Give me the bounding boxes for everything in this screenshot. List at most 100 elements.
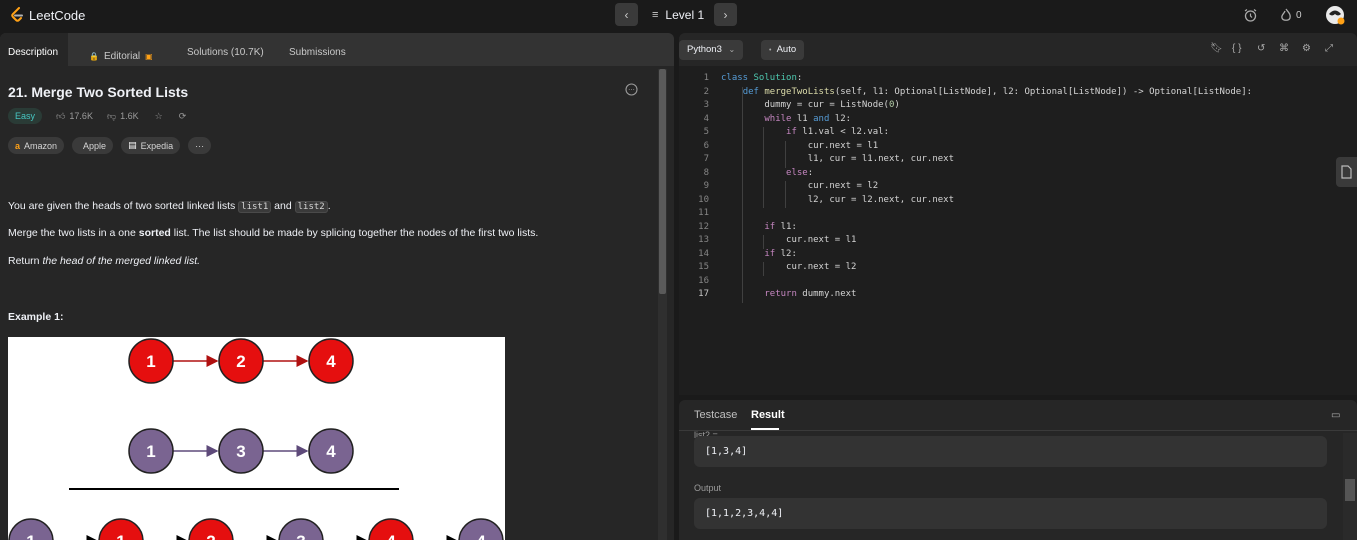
tab-solutions[interactable]: Solutions (10.7K): [187, 33, 264, 66]
code-line[interactable]: 3 dummy = cur = ListNode(0): [679, 100, 1329, 114]
file-icon: [1341, 165, 1352, 179]
format-code-icon[interactable]: { }: [1232, 43, 1241, 54]
list-node: 3: [278, 518, 324, 540]
code-text: class Solution:: [721, 73, 803, 83]
list-node: 4: [458, 518, 504, 540]
bold-text: sorted: [138, 227, 171, 239]
tab-editorial[interactable]: 🔒 Editorial ▣: [89, 33, 153, 66]
settings-icon[interactable]: ⚙: [1302, 43, 1311, 54]
prev-problem-button[interactable]: ‹: [615, 3, 638, 26]
code-line[interactable]: 9 cur.next = l2: [679, 181, 1329, 195]
next-problem-button[interactable]: ›: [714, 3, 737, 26]
collapse-icon[interactable]: ▭: [1331, 410, 1340, 421]
company-label: Apple: [83, 140, 107, 151]
code-line[interactable]: 13 cur.next = l1: [679, 235, 1329, 249]
auto-mode-button[interactable]: • Auto: [761, 40, 805, 60]
code-line[interactable]: 17 return dummy.next: [679, 289, 1329, 303]
lock-icon: •: [769, 47, 772, 54]
notes-tab[interactable]: [1336, 157, 1357, 187]
svg-text:1: 1: [146, 352, 155, 371]
svg-text:4: 4: [386, 532, 396, 540]
expand-icon[interactable]: ⤢: [1325, 43, 1333, 54]
list-node: 2: [188, 518, 234, 540]
code-line[interactable]: 2 def mergeTwoLists(self, l1: Optional[L…: [679, 87, 1329, 101]
line-number: 14: [698, 248, 709, 259]
dislikes-count: 1.6K: [120, 111, 139, 121]
scrollbar-thumb[interactable]: [1345, 479, 1355, 501]
svg-text:3: 3: [296, 532, 305, 540]
code-line[interactable]: 5 if l1.val < l2.val:: [679, 127, 1329, 141]
code-line[interactable]: 6 cur.next = l1: [679, 141, 1329, 155]
language-select[interactable]: Python3 ⌄: [679, 40, 744, 60]
streak-counter[interactable]: 0: [1280, 8, 1302, 23]
mode-label: Auto: [776, 44, 797, 55]
streak-count: 0: [1296, 10, 1302, 21]
list-node: 1: [128, 428, 174, 474]
company-tag-expedia[interactable]: ▤ Expedia: [121, 137, 181, 154]
star-icon[interactable]: ☆: [155, 111, 163, 122]
text: and: [271, 200, 295, 212]
line-number: 1: [703, 73, 709, 83]
code-line[interactable]: 14 if l2:: [679, 249, 1329, 263]
inline-code: list1: [238, 201, 272, 213]
alarm-clock-icon[interactable]: [1243, 8, 1258, 26]
tab-result[interactable]: Result: [751, 409, 785, 421]
code-text: dummy = cur = ListNode(0): [721, 100, 900, 110]
list-node: 4: [368, 518, 414, 540]
line-number: 2: [703, 86, 709, 97]
list-node: 1: [98, 518, 144, 540]
code-line[interactable]: 1 class Solution:: [679, 73, 1329, 87]
lock-icon: 🔒: [89, 52, 99, 61]
indent-guide: [763, 235, 764, 249]
code-line[interactable]: 11: [679, 208, 1329, 222]
tab-submissions[interactable]: Submissions: [289, 33, 346, 66]
code-line[interactable]: 7 l1, cur = l1.next, cur.next: [679, 154, 1329, 168]
company-tag-amazon[interactable]: a Amazon: [8, 137, 65, 154]
code-text: l1, cur = l1.next, cur.next: [721, 154, 954, 164]
reset-icon[interactable]: ↺: [1257, 43, 1265, 54]
company-tag-apple[interactable]: Apple: [72, 137, 114, 154]
info-icon[interactable]: ···: [625, 83, 638, 101]
code-line[interactable]: 15 cur.next = l2: [679, 262, 1329, 276]
inline-code: list2: [294, 201, 328, 213]
chevron-down-icon: ⌄: [728, 45, 736, 54]
problem-paragraph-2: Merge the two lists in a one sorted list…: [8, 227, 538, 239]
shortcut-icon[interactable]: ⌘: [1279, 43, 1289, 54]
code-line[interactable]: 10 l2, cur = l2.next, cur.next: [679, 195, 1329, 209]
bookmark-icon[interactable]: 🔖︎: [1210, 43, 1223, 54]
share-icon[interactable]: ⟳: [179, 111, 187, 122]
tab-testcase[interactable]: Testcase: [694, 409, 737, 421]
description-panel: Description 🔒 Editorial ▣ Solutions (10.…: [0, 33, 674, 540]
scrollbar-thumb[interactable]: [659, 69, 666, 294]
language-label: Python3: [687, 44, 722, 55]
list-node: 3: [218, 428, 264, 474]
code-line[interactable]: 8 else:: [679, 168, 1329, 182]
difficulty-badge: Easy: [8, 108, 43, 124]
likes-button[interactable]: 👍︎ 17.6K: [56, 111, 93, 122]
list-node: 4: [308, 338, 354, 384]
result-scrollbar[interactable]: [1343, 433, 1357, 540]
line-number: 5: [703, 127, 709, 137]
more-tags-button[interactable]: ···: [188, 137, 212, 154]
company-label: Amazon: [24, 140, 58, 151]
code-line[interactable]: 16: [679, 276, 1329, 290]
dislikes-button[interactable]: 👎︎ 1.6K: [107, 111, 139, 122]
problem-list[interactable]: ≡ Level 1: [652, 8, 704, 22]
problem-paragraph-1: You are given the heads of two sorted li…: [8, 200, 331, 213]
line-number: 12: [698, 221, 709, 232]
tab-description[interactable]: Description: [0, 33, 68, 66]
list-node: 2: [218, 338, 264, 384]
code-text: if l1:: [764, 221, 797, 232]
user-avatar[interactable]: [1325, 5, 1345, 28]
editor-toolbar: Python3 ⌄ • Auto 🔖︎ { } ↺ ⌘ ⚙ ⤢: [679, 33, 1357, 66]
code-line[interactable]: 4 while l1 and l2:: [679, 114, 1329, 128]
company-tags: a Amazon Apple ▤ Expedia ···: [8, 137, 212, 154]
logo[interactable]: LeetCode: [10, 7, 85, 23]
code-line[interactable]: 12 if l1:: [679, 222, 1329, 236]
line-number: 8: [703, 167, 709, 178]
list-node: 1: [128, 338, 174, 384]
svg-text:4: 4: [326, 352, 336, 371]
line-number: 16: [698, 275, 709, 286]
description-scrollbar[interactable]: [658, 69, 667, 540]
line-number: 3: [703, 100, 709, 110]
